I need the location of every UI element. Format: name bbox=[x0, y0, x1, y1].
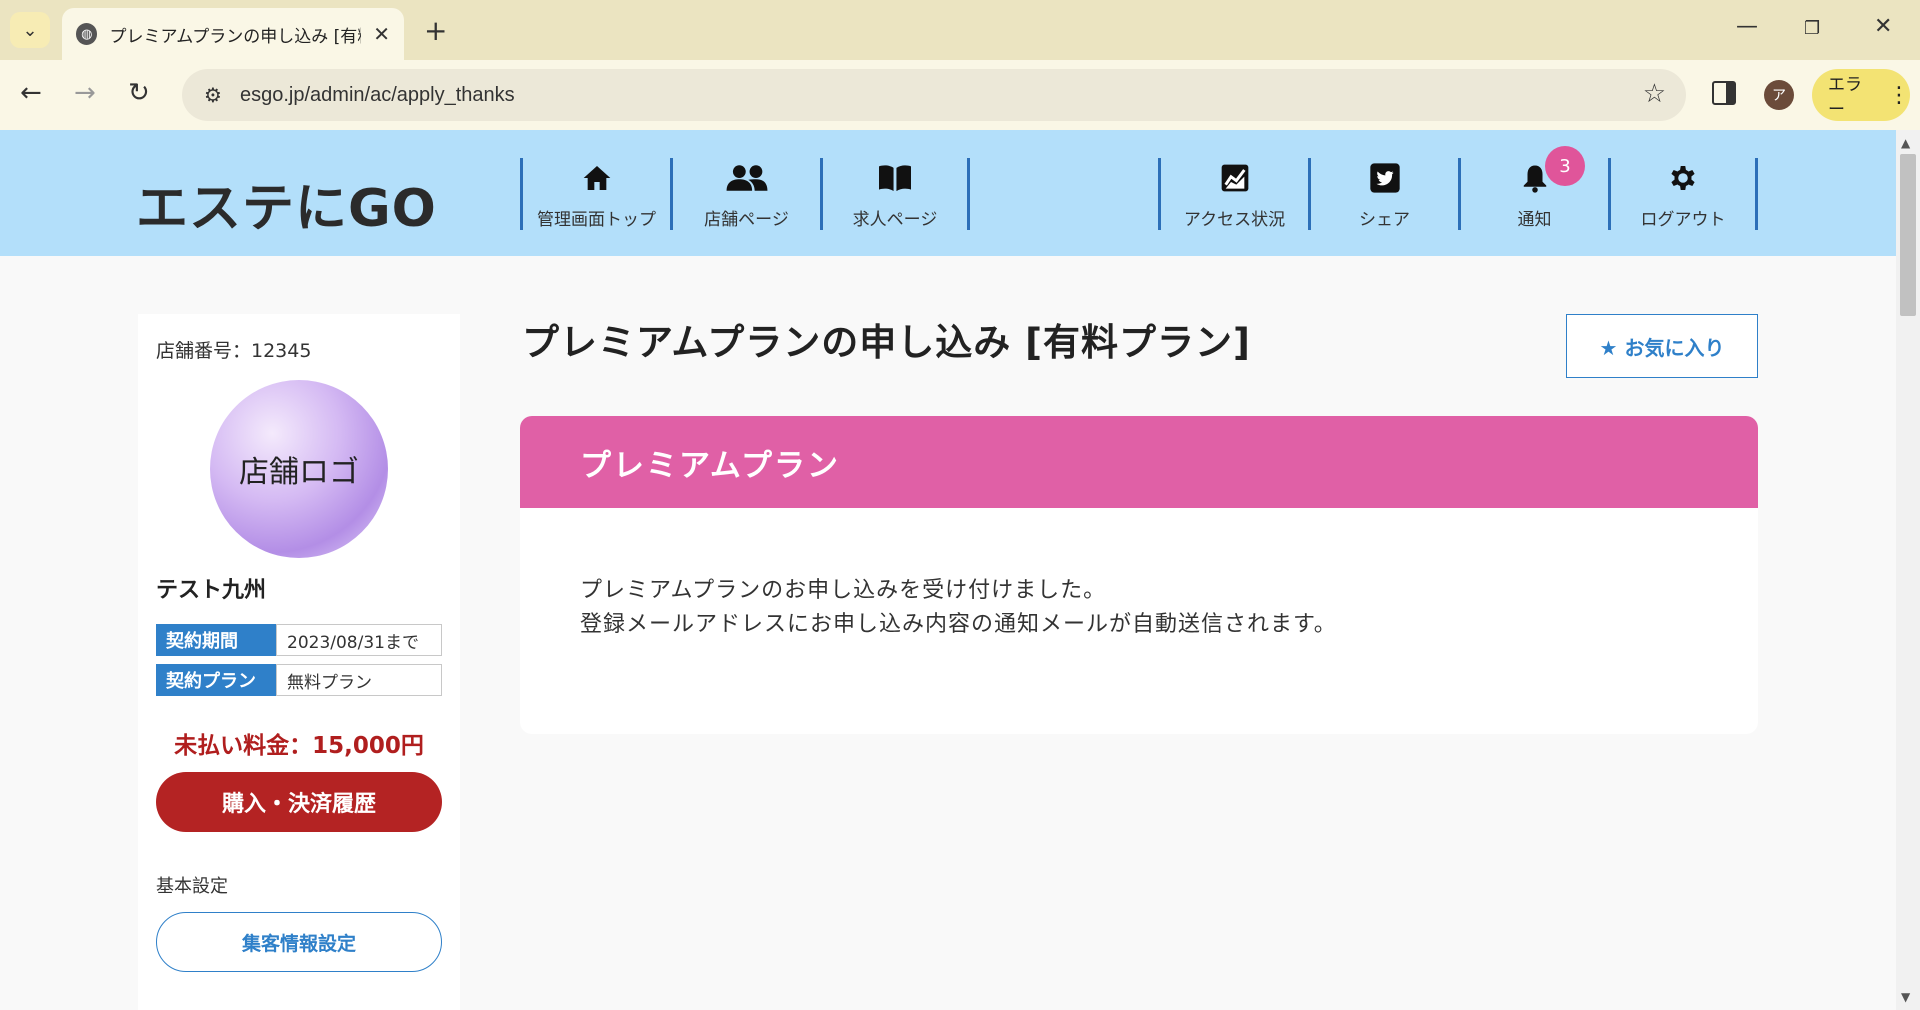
plan-card-title: プレミアムプラン bbox=[580, 447, 840, 484]
contract-period-row: 契約期間 2023/08/31まで bbox=[156, 624, 442, 656]
scroll-down-icon[interactable]: ▼ bbox=[1901, 990, 1910, 1004]
site-logo[interactable]: エステにGO bbox=[136, 166, 437, 241]
new-tab-button[interactable]: + bbox=[424, 14, 447, 47]
nav-label: 通知 bbox=[1517, 210, 1552, 230]
shop-name: テスト九州 bbox=[156, 578, 267, 603]
chart-icon bbox=[1219, 158, 1251, 197]
chevron-down-icon: ⌄ bbox=[22, 19, 38, 41]
page-scrollbar[interactable]: ▲ ▼ bbox=[1896, 130, 1920, 1010]
error-menu-button[interactable]: エラー ⋮ bbox=[1812, 69, 1910, 121]
gear-icon bbox=[1667, 158, 1699, 197]
nav-label: ログアウト bbox=[1640, 210, 1726, 230]
reload-icon[interactable]: ↻ bbox=[128, 78, 150, 108]
bookmark-star-icon[interactable]: ☆ bbox=[1643, 79, 1666, 109]
scroll-up-icon[interactable]: ▲ bbox=[1901, 136, 1910, 150]
plan-card: プレミアムプラン プレミアムプランのお申し込みを受け付けました。 登録メールアド… bbox=[520, 416, 1758, 734]
minimize-icon[interactable]: — bbox=[1736, 14, 1758, 39]
contract-period-label: 契約期間 bbox=[156, 624, 276, 656]
nav-label: シェア bbox=[1359, 210, 1410, 230]
nav-share[interactable]: シェア bbox=[1308, 158, 1458, 230]
contract-plan-value: 無料プラン bbox=[276, 664, 442, 696]
nav-job-page[interactable]: 求人ページ bbox=[820, 158, 970, 230]
unpaid-amount: 未払い料金：15,000円 bbox=[174, 733, 424, 759]
plan-card-body: プレミアムプランのお申し込みを受け付けました。 登録メールアドレスにお申し込み内… bbox=[520, 508, 1758, 642]
basic-settings-heading: 基本設定 bbox=[156, 876, 228, 897]
error-label: エラー bbox=[1828, 75, 1862, 120]
twitter-icon bbox=[1369, 158, 1401, 197]
url-text: esgo.jp/admin/ac/apply_thanks bbox=[240, 83, 515, 106]
tab-title: プレミアムプランの申し込み [有料プ bbox=[109, 26, 361, 47]
notice-message: 登録メールアドレスにお申し込み内容の通知メールが自動送信されます。 bbox=[580, 612, 1337, 637]
contract-plan-label: 契約プラン bbox=[156, 664, 276, 696]
nav-shop-page[interactable]: 店舗ページ bbox=[670, 158, 820, 230]
favorite-button[interactable]: ★ お気に入り bbox=[1566, 314, 1758, 378]
customer-info-settings-button[interactable]: 集客情報設定 bbox=[156, 912, 442, 972]
nav-logout[interactable]: ログアウト bbox=[1608, 158, 1758, 230]
shop-sidebar: 店舗番号：12345 店舗ロゴ テスト九州 契約期間 2023/08/31まで … bbox=[138, 314, 460, 1010]
more-vert-icon: ⋮ bbox=[1888, 82, 1910, 108]
thanks-message: プレミアムプランのお申し込みを受け付けました。 bbox=[580, 578, 1107, 603]
home-icon bbox=[581, 158, 613, 197]
restore-icon[interactable]: ❐ bbox=[1804, 18, 1820, 39]
avatar[interactable]: ア bbox=[1764, 80, 1794, 110]
address-bar[interactable]: ⚙ esgo.jp/admin/ac/apply_thanks ☆ bbox=[182, 69, 1686, 121]
nav-label: 店舗ページ bbox=[704, 210, 789, 230]
nav-notifications[interactable]: 通知 3 bbox=[1458, 146, 1608, 230]
contract-period-value: 2023/08/31まで bbox=[276, 624, 442, 656]
contract-plan-row: 契約プラン 無料プラン bbox=[156, 664, 442, 696]
back-icon[interactable]: ← bbox=[20, 78, 42, 108]
close-icon[interactable]: ✕ bbox=[373, 22, 390, 46]
shop-number: 店舗番号：12345 bbox=[156, 340, 312, 362]
nav-label: 求人ページ bbox=[852, 210, 938, 230]
purchase-history-button[interactable]: 購入・決済履歴 bbox=[156, 772, 442, 832]
globe-icon: ◍ bbox=[76, 23, 98, 45]
shop-logo: 店舗ロゴ bbox=[210, 380, 388, 558]
nav-admin-top[interactable]: 管理画面トップ bbox=[520, 158, 670, 230]
book-icon bbox=[877, 158, 913, 197]
people-icon bbox=[724, 158, 770, 197]
browser-tab[interactable]: ◍ プレミアムプランの申し込み [有料プ ✕ bbox=[62, 8, 404, 60]
plan-card-header: プレミアムプラン bbox=[520, 416, 1758, 508]
nav-label: アクセス状況 bbox=[1183, 210, 1286, 230]
shop-logo-text: 店舗ロゴ bbox=[239, 455, 359, 490]
browser-tab-bar: ⌄ ◍ プレミアムプランの申し込み [有料プ ✕ + — ❐ ✕ bbox=[0, 0, 1920, 60]
site-info-icon[interactable]: ⚙ bbox=[196, 78, 230, 112]
notification-badge: 3 bbox=[1545, 146, 1585, 186]
forward-icon[interactable]: → bbox=[74, 78, 96, 108]
window-close-icon[interactable]: ✕ bbox=[1874, 14, 1892, 39]
nav-access-status[interactable]: アクセス状況 bbox=[1158, 158, 1308, 230]
side-panel-icon[interactable] bbox=[1712, 81, 1736, 105]
browser-toolbar: ← → ↻ ⚙ esgo.jp/admin/ac/apply_thanks ☆ … bbox=[0, 60, 1920, 130]
nav-label: 管理画面トップ bbox=[537, 210, 656, 230]
scroll-thumb[interactable] bbox=[1900, 154, 1916, 316]
site-header: エステにGO 管理画面トップ 店舗ページ 求人ページ アクセス状況 シェア 通知… bbox=[0, 130, 1896, 256]
tab-search-button[interactable]: ⌄ bbox=[10, 12, 50, 48]
page-title: プレミアムプランの申し込み [有料プラン] bbox=[522, 321, 1251, 364]
